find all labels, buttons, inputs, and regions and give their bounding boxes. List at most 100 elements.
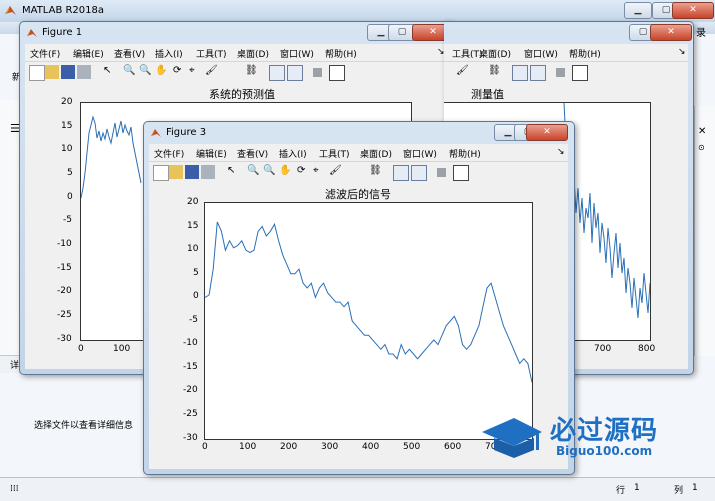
figure2-toolbar: 🖌 ⛓ xyxy=(444,61,688,82)
figure1-menu-bar: 文件(F) 编辑(E) 查看(V) 插入(I) 工具(T) 桌面(D) 窗口(W… xyxy=(25,44,446,61)
figure2-menu-bar: 工具(T) 桌面(D) 窗口(W) 帮助(H) ↘ xyxy=(444,44,688,61)
figure1-menu-desktop[interactable]: 桌面(D) xyxy=(237,47,269,60)
figure1-ytick-m10: -10 xyxy=(57,239,72,249)
figure3-menu-help[interactable]: 帮助(H) xyxy=(449,147,481,160)
figure1-xtick-0: 0 xyxy=(78,344,84,354)
figure3-pan-icon[interactable]: ✋ xyxy=(279,165,293,179)
figure3-legend-icon[interactable] xyxy=(411,165,427,181)
status-grip-icon: ⁞⁞⁞ xyxy=(10,484,19,494)
figure1-menu-file[interactable]: 文件(F) xyxy=(30,47,60,60)
right-panel-expand-icon[interactable]: ⊙ xyxy=(698,143,705,152)
figure3-ytick-m5: -5 xyxy=(189,315,198,325)
figure3-title-bar[interactable]: Figure 3 ▁ ▢ ✕ xyxy=(144,122,574,144)
figure1-ytick-m15: -15 xyxy=(57,263,72,273)
figure2-close-button[interactable]: ✕ xyxy=(650,24,692,41)
figure3-menu-insert[interactable]: 插入(I) xyxy=(279,147,307,160)
figure3-xtick-400: 400 xyxy=(362,442,380,452)
figure3-menu-window[interactable]: 窗口(W) xyxy=(403,147,437,160)
watermark-text: 必过源码 xyxy=(550,416,659,446)
figure2-plot-title: 测量值 xyxy=(471,88,504,101)
figure1-legend-icon[interactable] xyxy=(287,65,303,81)
main-close-button[interactable]: ✕ xyxy=(672,2,714,19)
figure3-open-icon[interactable] xyxy=(169,165,183,179)
figure1-ytick-10: 10 xyxy=(61,144,73,154)
figure1-dock-icon[interactable] xyxy=(329,65,345,81)
status-bar: ⁞⁞⁞ 行 1 列 1 xyxy=(0,477,715,501)
figure2-xtick-700: 700 xyxy=(594,344,612,354)
figure1-zoom-in-icon[interactable]: 🔍 xyxy=(123,65,137,79)
figure3-zoom-out-icon[interactable]: 🔍 xyxy=(263,165,277,179)
detail-prompt-text: 选择文件以查看详细信息 xyxy=(34,421,134,431)
figure2-menu-window[interactable]: 窗口(W) xyxy=(524,47,558,60)
figure3-menu-view[interactable]: 查看(V) xyxy=(237,147,268,160)
figure3-brush-icon[interactable]: 🖌 xyxy=(329,165,343,179)
figure1-menu-insert[interactable]: 插入(I) xyxy=(155,47,183,60)
figure3-xtick-0: 0 xyxy=(202,442,208,452)
figure3-line-series xyxy=(205,221,532,383)
figure1-title-bar[interactable]: Figure 1 ▁ ▢ ✕ xyxy=(20,22,454,44)
figure3-close-button[interactable]: ✕ xyxy=(526,124,568,141)
figure1-print-icon[interactable] xyxy=(77,65,91,79)
figure3-save-icon[interactable] xyxy=(185,165,199,179)
figure2-colorbar-icon[interactable] xyxy=(512,65,528,81)
figure3-zoom-in-icon[interactable]: 🔍 xyxy=(247,165,261,179)
figure3-menu-edit[interactable]: 编辑(E) xyxy=(196,147,227,160)
right-panel-close-icon[interactable]: ✕ xyxy=(698,126,706,137)
figure1-menu-window[interactable]: 窗口(W) xyxy=(280,47,314,60)
figure1-menu-help[interactable]: 帮助(H) xyxy=(325,47,357,60)
figure3-link-icon[interactable]: ⛓ xyxy=(369,165,383,179)
figure3-xtick-600: 600 xyxy=(444,442,462,452)
figure2-link-icon[interactable]: ⛓ xyxy=(488,65,502,79)
figure2-menu-help[interactable]: 帮助(H) xyxy=(569,47,601,60)
figure1-menu-view[interactable]: 查看(V) xyxy=(114,47,145,60)
figure1-plot-title: 系统的预测值 xyxy=(209,88,275,101)
figure1-menu-edit[interactable]: 编辑(E) xyxy=(73,47,104,60)
figure3-axes[interactable] xyxy=(204,202,533,440)
figure1-pointer-icon[interactable]: ↖ xyxy=(103,65,117,79)
figure3-dock-icon[interactable] xyxy=(453,165,469,181)
figure1-pan-icon[interactable]: ✋ xyxy=(155,65,169,79)
figure1-new-icon[interactable] xyxy=(29,65,45,81)
figure1-zoom-out-icon[interactable]: 🔍 xyxy=(139,65,153,79)
figure3-plot-title: 滤波后的信号 xyxy=(325,188,391,201)
figure1-ytick-5: 5 xyxy=(67,168,73,178)
figure3-print-icon[interactable] xyxy=(201,165,215,179)
figure1-menu-tools[interactable]: 工具(T) xyxy=(196,47,227,60)
watermark-url: Biguo100.com xyxy=(556,444,653,458)
figure2-brush-icon[interactable]: 🖌 xyxy=(456,65,470,79)
figure3-menu-dock-icon[interactable]: ↘ xyxy=(557,147,565,157)
figure3-menu-file[interactable]: 文件(F) xyxy=(154,147,184,160)
figure3-xtick-500: 500 xyxy=(403,442,421,452)
figure2-dock-icon[interactable] xyxy=(572,65,588,81)
detail-header-label: 详 xyxy=(10,361,20,371)
figure3-colorbar-icon[interactable] xyxy=(393,165,409,181)
figure3-hide-tools-icon[interactable] xyxy=(437,168,446,177)
figure3-rotate-icon[interactable]: ⟳ xyxy=(297,165,311,179)
figure3-datacursor-icon[interactable]: ⌖ xyxy=(313,165,327,179)
figure3-title: Figure 3 xyxy=(166,127,207,138)
figure1-save-icon[interactable] xyxy=(61,65,75,79)
figure3-menu-tools[interactable]: 工具(T) xyxy=(319,147,350,160)
figure1-hide-tools-icon[interactable] xyxy=(313,68,322,77)
figure1-open-icon[interactable] xyxy=(45,65,59,79)
main-minimize-button[interactable]: ▁ xyxy=(624,2,652,19)
figure3-menu-desktop[interactable]: 桌面(D) xyxy=(360,147,392,160)
figure3-ytick-m25: -25 xyxy=(183,409,198,419)
figure2-menu-desktop[interactable]: 桌面(D) xyxy=(479,47,511,60)
figure2-hide-tools-icon[interactable] xyxy=(556,68,565,77)
figure1-link-icon[interactable]: ⛓ xyxy=(245,65,259,79)
figure1-rotate-icon[interactable]: ⟳ xyxy=(173,65,187,79)
figure2-legend-icon[interactable] xyxy=(530,65,546,81)
figure1-toolbar: ↖ 🔍 🔍 ✋ ⟳ ⌖ 🖌 ⛓ xyxy=(25,61,446,82)
figure3-pointer-icon[interactable]: ↖ xyxy=(227,165,241,179)
figure3-ytick-m10: -10 xyxy=(183,338,198,348)
figure1-datacursor-icon[interactable]: ⌖ xyxy=(189,65,203,79)
figure3-new-icon[interactable] xyxy=(153,165,169,181)
figure3-ytick-m30: -30 xyxy=(183,433,198,443)
figure2-menu-dock-icon[interactable]: ↘ xyxy=(678,47,686,57)
figure3-ytick-m20: -20 xyxy=(183,385,198,395)
figure1-brush-icon[interactable]: 🖌 xyxy=(205,65,219,79)
figure1-colorbar-icon[interactable] xyxy=(269,65,285,81)
figure2-menu-tools[interactable]: 工具(T) xyxy=(452,47,483,60)
figure3-ytick-15: 15 xyxy=(187,221,199,231)
